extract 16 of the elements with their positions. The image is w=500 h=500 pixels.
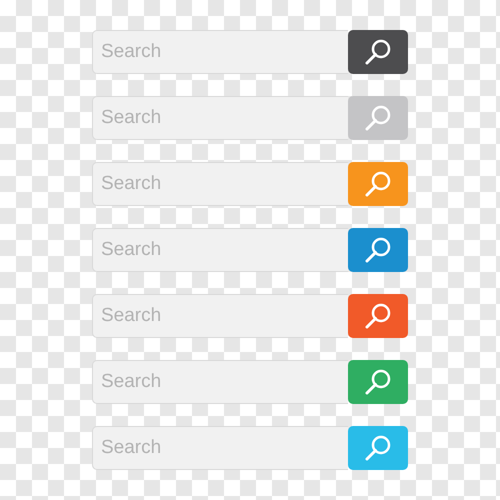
search-field[interactable]: Search xyxy=(92,228,348,272)
search-button[interactable] xyxy=(348,30,408,74)
search-field[interactable]: Search xyxy=(92,360,348,404)
search-icon xyxy=(364,38,392,66)
search-field[interactable]: Search xyxy=(92,162,348,206)
search-field[interactable]: Search xyxy=(92,96,348,140)
search-icon xyxy=(364,302,392,330)
search-icon xyxy=(364,236,392,264)
search-button[interactable] xyxy=(348,228,408,272)
search-field[interactable]: Search xyxy=(92,426,348,470)
search-icon xyxy=(364,368,392,396)
search-icon xyxy=(364,434,392,462)
search-field[interactable]: Search xyxy=(92,30,348,74)
search-field[interactable]: Search xyxy=(92,294,348,338)
search-icon xyxy=(364,170,392,198)
search-icon xyxy=(364,104,392,132)
